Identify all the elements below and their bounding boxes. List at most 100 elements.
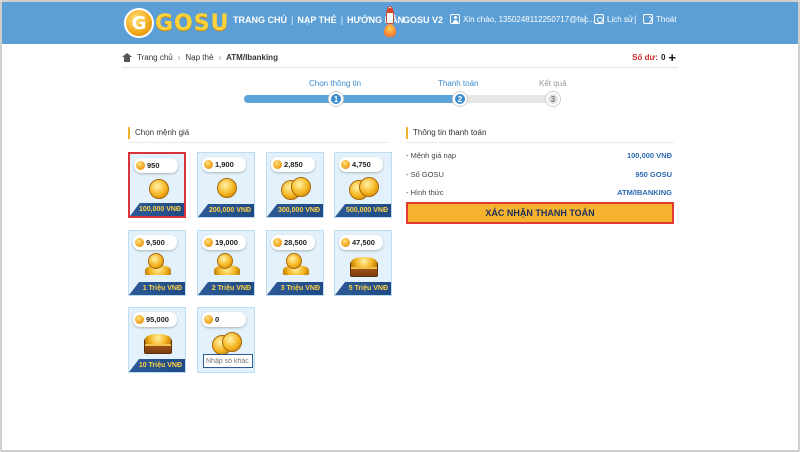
step-1-marker: 1 bbox=[329, 92, 343, 106]
step-label-choose-info: Chọn thông tin bbox=[309, 79, 362, 88]
gosu-v2-link[interactable]: GOSU V2 bbox=[403, 15, 443, 25]
step-label-result: Kết quả bbox=[539, 79, 567, 88]
gosu-coin-icon bbox=[204, 315, 213, 324]
gosu-coin-icon bbox=[204, 238, 213, 247]
user-greeting[interactable]: Xin chào, 1350248112250717@fac... bbox=[450, 14, 595, 24]
rocket-icon bbox=[383, 6, 397, 40]
nav-separator: | bbox=[291, 15, 294, 25]
progress-track bbox=[244, 95, 560, 103]
gold-coins-icon bbox=[279, 175, 313, 201]
denomination-card[interactable]: 47,500 5 Triệu VNĐ bbox=[334, 230, 392, 296]
nav-separator: | bbox=[340, 15, 344, 25]
breadcrumb: Trang chủ › Nạp thẻ › ATM/Ibanking bbox=[122, 53, 278, 62]
gosu-coin-icon bbox=[136, 161, 145, 170]
gosu-coin-icon bbox=[135, 315, 144, 324]
logout-label: Thoát bbox=[656, 14, 677, 24]
logout-link[interactable]: Thoát bbox=[643, 14, 676, 24]
denomination-card[interactable]: 95,000 10 Triệu VNĐ bbox=[128, 307, 186, 373]
breadcrumb-home[interactable]: Trang chủ bbox=[137, 53, 173, 62]
balance-display: Số dư: 0 + bbox=[632, 51, 676, 64]
gosu-amount: 4,750 bbox=[339, 157, 383, 172]
gosu-amount-value: 0 bbox=[215, 315, 220, 324]
payment-row-method: - Hình thức ATM/IBANKING bbox=[406, 188, 672, 197]
gosu-coin-icon bbox=[204, 160, 213, 169]
nav-home[interactable]: TRANG CHỦ bbox=[233, 15, 287, 25]
denomination-price: 2 Triệu VNĐ bbox=[198, 282, 254, 295]
denomination-price: 200,000 VNĐ bbox=[198, 204, 254, 217]
gold-coins-icon bbox=[347, 175, 381, 201]
denomination-title: Chọn mệnh giá bbox=[128, 127, 189, 139]
denomination-price: 500,000 VNĐ bbox=[335, 204, 391, 217]
denomination-card[interactable]: 2,850 300,000 VNĐ bbox=[266, 152, 324, 218]
denomination-price: 10 Triệu VNĐ bbox=[129, 359, 185, 372]
gosu-amount: 1,900 bbox=[202, 157, 246, 172]
gosu-amount: 0 bbox=[202, 312, 246, 327]
gold-coin-icon bbox=[142, 176, 176, 202]
denomination-card[interactable]: 28,500 3 Triệu VNĐ bbox=[266, 230, 324, 296]
treasure-chest-icon bbox=[141, 330, 175, 356]
gosu-coin-icon bbox=[341, 160, 350, 169]
step-label-payment: Thanh toán bbox=[438, 79, 479, 88]
gold-pile-icon bbox=[279, 253, 313, 279]
gold-coins-icon bbox=[210, 330, 244, 356]
denomination-title-underline bbox=[128, 142, 390, 143]
payment-row-value: 950 GOSU bbox=[635, 170, 672, 179]
gosu-coin-icon bbox=[135, 238, 144, 247]
payment-row-denomination: - Mệnh giá nạp 100,000 VNĐ bbox=[406, 151, 672, 160]
gosu-amount-value: 4,750 bbox=[352, 160, 371, 169]
confirm-payment-button[interactable]: XÁC NHẬN THANH TOÁN bbox=[406, 202, 674, 224]
gosu-amount-value: 2,850 bbox=[284, 160, 303, 169]
denomination-card[interactable]: 950 100,000 VNĐ bbox=[128, 152, 186, 218]
chevron-right-icon: › bbox=[218, 53, 222, 62]
gosu-coin-icon bbox=[341, 238, 350, 247]
denomination-card[interactable]: 19,000 2 Triệu VNĐ bbox=[197, 230, 255, 296]
gosu-amount-value: 47,500 bbox=[352, 238, 375, 247]
denomination-price: 1 Triệu VNĐ bbox=[129, 282, 185, 295]
gosu-amount: 28,500 bbox=[271, 235, 315, 250]
gosu-amount-value: 19,000 bbox=[215, 238, 238, 247]
header-separator: | bbox=[584, 14, 587, 24]
treasure-chest-icon bbox=[347, 253, 381, 279]
denomination-price: 300,000 VNĐ bbox=[267, 204, 323, 217]
denomination-price: 3 Triệu VNĐ bbox=[267, 282, 323, 295]
custom-amount-input[interactable] bbox=[203, 354, 253, 368]
add-balance-icon[interactable]: + bbox=[668, 51, 676, 64]
gold-coin-icon bbox=[210, 175, 244, 201]
history-icon bbox=[594, 14, 604, 24]
gosu-coin-icon bbox=[273, 160, 282, 169]
nav-top-up[interactable]: NẠP THẺ bbox=[297, 15, 336, 25]
gosu-amount-value: 95,000 bbox=[146, 315, 169, 324]
denomination-card[interactable]: 4,750 500,000 VNĐ bbox=[334, 152, 392, 218]
user-icon bbox=[450, 14, 460, 24]
payment-row-gosu: - Số GOSU 950 GOSU bbox=[406, 170, 672, 179]
payment-info-underline bbox=[406, 142, 674, 143]
progress-fill bbox=[244, 95, 463, 103]
payment-row-label: - Mệnh giá nạp bbox=[406, 151, 457, 160]
breadcrumb-top-up[interactable]: Nạp thẻ bbox=[185, 53, 213, 62]
chevron-right-icon: › bbox=[177, 53, 181, 62]
history-link[interactable]: Lịch sử bbox=[594, 14, 633, 24]
gosu-logo[interactable]: G GOSU bbox=[124, 7, 229, 39]
greeting-text: Xin chào, 1350248112250717@fac... bbox=[463, 14, 595, 24]
denomination-price: 5 Triệu VNĐ bbox=[335, 282, 391, 295]
gosu-amount: 19,000 bbox=[202, 235, 246, 250]
payment-info-title: Thông tin thanh toán bbox=[406, 127, 486, 139]
gosu-amount: 950 bbox=[134, 158, 178, 173]
main-nav: TRANG CHỦ | NẠP THẺ | HƯỚNG DẪN bbox=[233, 15, 404, 25]
gosu-amount: 2,850 bbox=[271, 157, 315, 172]
denomination-card[interactable]: 1,900 200,000 VNĐ bbox=[197, 152, 255, 218]
home-icon[interactable] bbox=[122, 53, 132, 62]
gold-pile-icon bbox=[141, 253, 175, 279]
denomination-card-custom[interactable]: 0 bbox=[197, 307, 255, 373]
payment-row-label: - Hình thức bbox=[406, 188, 444, 197]
header-separator: | bbox=[634, 14, 637, 24]
gosu-amount: 9,500 bbox=[133, 235, 177, 250]
denomination-card[interactable]: 9,500 1 Triệu VNĐ bbox=[128, 230, 186, 296]
gosu-amount: 95,000 bbox=[133, 312, 177, 327]
history-label: Lịch sử bbox=[607, 14, 634, 24]
payment-row-value: 100,000 VNĐ bbox=[626, 151, 672, 160]
gosu-coin-icon bbox=[273, 238, 282, 247]
gold-pile-icon bbox=[210, 253, 244, 279]
step-2-marker: 2 bbox=[453, 92, 467, 106]
gosu-amount-value: 1,900 bbox=[215, 160, 234, 169]
